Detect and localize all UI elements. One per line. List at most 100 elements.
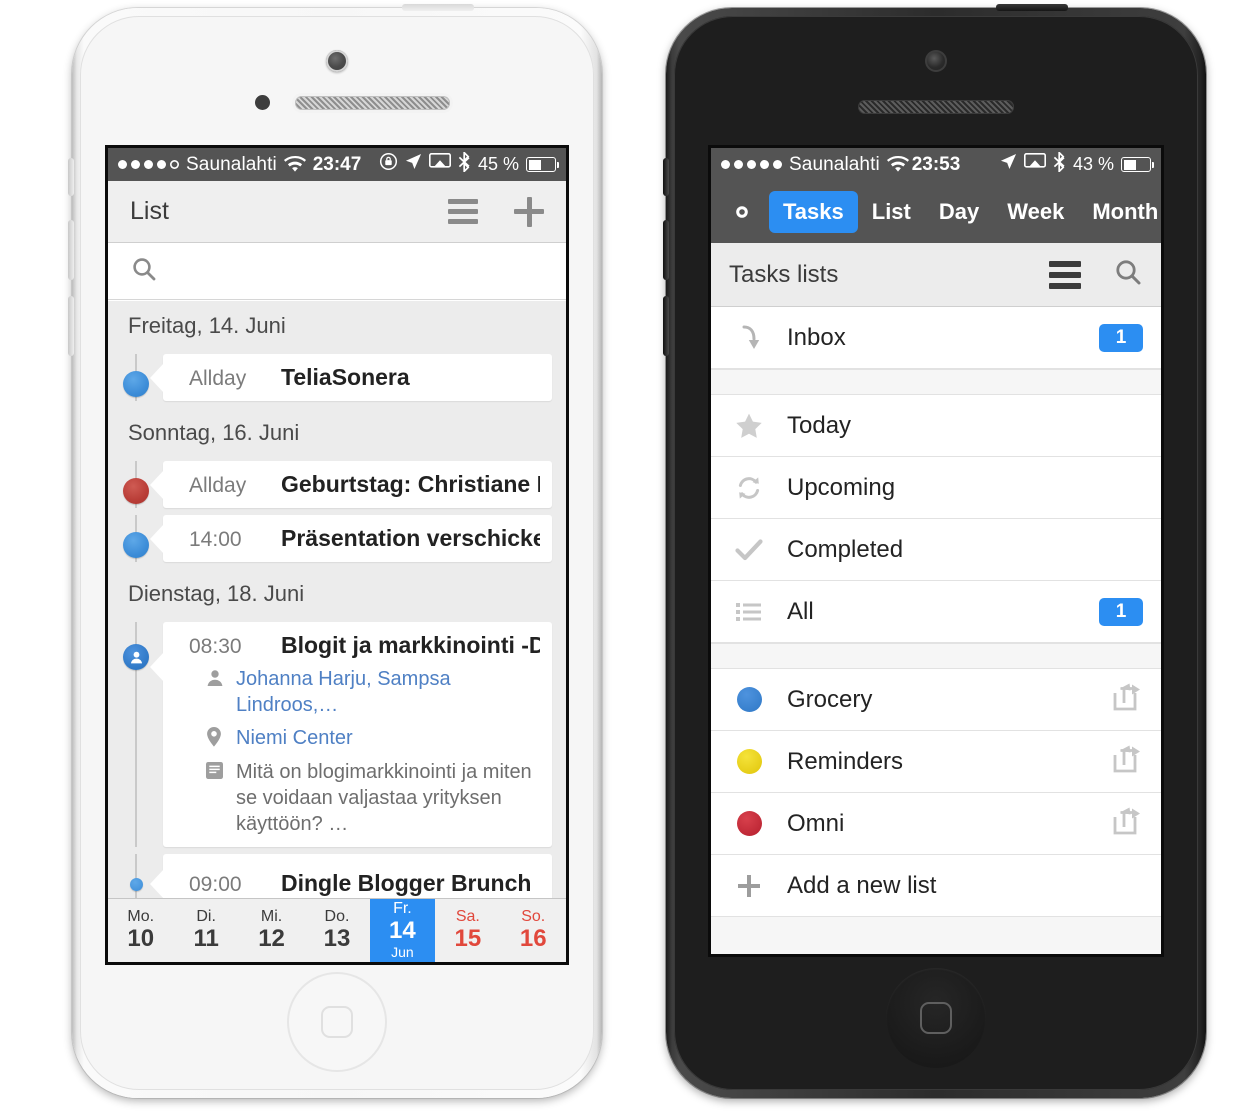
list-row-reminders[interactable]: Reminders bbox=[711, 731, 1161, 793]
agenda-day-header: Dienstag, 18. Juni bbox=[108, 569, 566, 615]
event-time: Allday bbox=[189, 474, 247, 497]
wifi-icon bbox=[886, 155, 909, 174]
list-row-upcoming[interactable]: Upcoming bbox=[711, 457, 1161, 519]
list-row-completed[interactable]: Completed bbox=[711, 519, 1161, 581]
volume-down-button[interactable] bbox=[68, 296, 74, 356]
home-button-square-icon bbox=[321, 1006, 353, 1038]
person-icon bbox=[205, 666, 225, 693]
share-icon[interactable] bbox=[1111, 744, 1143, 779]
weekday-cell-mo[interactable]: Mo. 10 bbox=[108, 899, 173, 962]
front-camera bbox=[326, 50, 348, 72]
event-color-dot bbox=[123, 532, 149, 558]
list-row-omni[interactable]: Omni bbox=[711, 793, 1161, 855]
screenshot-stage: Saunalahti 23:47 45 % List Freitag, 14. … bbox=[0, 0, 1252, 1112]
weekday-number: 14 bbox=[389, 917, 416, 945]
list-row-label: Completed bbox=[787, 535, 904, 563]
list-row-label: Omni bbox=[787, 809, 845, 837]
gear-icon[interactable] bbox=[725, 195, 759, 229]
event-time: 09:00 bbox=[189, 873, 242, 896]
left-phone-screen: Saunalahti 23:47 45 % List Freitag, 14. … bbox=[105, 145, 569, 965]
weekday-number: 13 bbox=[323, 925, 351, 953]
tab-list[interactable]: List bbox=[858, 191, 925, 233]
tab-month[interactable]: Month bbox=[1078, 191, 1161, 233]
event-color-dot bbox=[123, 478, 149, 504]
weekday-cell-di[interactable]: Di. 11 bbox=[173, 899, 238, 962]
search-icon bbox=[130, 255, 158, 288]
carrier-name: Saunalahti bbox=[186, 153, 277, 175]
home-button[interactable] bbox=[287, 972, 387, 1072]
plus-icon[interactable] bbox=[514, 196, 544, 227]
checkmark-icon bbox=[729, 535, 769, 565]
list-color-dot bbox=[729, 749, 769, 774]
search-input[interactable] bbox=[108, 243, 566, 300]
tab-day[interactable]: Day bbox=[925, 191, 993, 233]
signal-dot-2 bbox=[734, 160, 743, 169]
list-row-grocery[interactable]: Grocery bbox=[711, 669, 1161, 731]
event-card[interactable]: Allday TeliaSonera bbox=[150, 354, 552, 401]
weekday-cell-do[interactable]: Do. 13 bbox=[304, 899, 369, 962]
event-card[interactable]: 09:00 Dingle Blogger Brunch bbox=[150, 854, 552, 898]
carrier-name: Saunalahti bbox=[789, 153, 880, 175]
battery-percent: 43 % bbox=[1072, 154, 1114, 174]
location-arrow-icon bbox=[1000, 153, 1017, 176]
list-row-all[interactable]: All 1 bbox=[711, 581, 1161, 643]
tab-tasks[interactable]: Tasks bbox=[769, 191, 858, 233]
add-new-list-row[interactable]: Add a new list bbox=[711, 855, 1161, 917]
refresh-loop-icon bbox=[729, 473, 769, 503]
volume-up-button[interactable] bbox=[68, 220, 74, 280]
weekday-cell-mi[interactable]: Mi. 12 bbox=[239, 899, 304, 962]
agenda-event-row[interactable]: Allday TeliaSonera bbox=[108, 354, 566, 401]
power-button[interactable] bbox=[402, 4, 474, 11]
event-card[interactable]: 14:00 Präsentation verschicken bbox=[150, 515, 552, 562]
earpiece-speaker bbox=[858, 100, 1014, 114]
event-title: TeliaSonera bbox=[281, 364, 410, 390]
page-title: List bbox=[130, 197, 169, 225]
weekday-name: Mo. bbox=[127, 908, 155, 926]
view-tab-bar[interactable]: Tasks List Day Week Month 31 bbox=[711, 181, 1161, 243]
search-icon[interactable] bbox=[1113, 257, 1143, 292]
battery-percent: 45 % bbox=[477, 154, 519, 174]
silent-switch[interactable] bbox=[68, 158, 74, 196]
hamburger-icon[interactable] bbox=[448, 199, 478, 224]
hamburger-icon[interactable] bbox=[1049, 260, 1081, 289]
agenda-event-row[interactable]: 08:30 Blogit ja markkinointi -Dingl… Joh… bbox=[108, 622, 566, 847]
share-icon[interactable] bbox=[1111, 806, 1143, 841]
event-card[interactable]: Allday Geburtstag: Christiane Hohe… bbox=[150, 461, 552, 508]
weekday-strip[interactable]: Mo. 10 Di. 11 Mi. 12 Do. 13 Fr. 14 Jun S… bbox=[108, 898, 566, 962]
right-status-bar: Saunalahti 23:53 43 % bbox=[711, 148, 1161, 181]
home-button[interactable] bbox=[886, 968, 986, 1068]
weekday-name: Do. bbox=[324, 908, 350, 926]
list-row-label: All bbox=[787, 597, 814, 625]
list-row-inbox[interactable]: Inbox 1 bbox=[711, 307, 1161, 369]
share-icon[interactable] bbox=[1111, 682, 1143, 717]
weekday-name: Sa. bbox=[455, 908, 480, 926]
signal-dot-4 bbox=[760, 160, 769, 169]
weekday-cell-so[interactable]: So. 16 bbox=[501, 899, 566, 962]
silent-switch[interactable] bbox=[663, 158, 669, 196]
event-note: Mitä on blogimarkkinointi ja miten se vo… bbox=[236, 761, 532, 835]
event-card[interactable]: 08:30 Blogit ja markkinointi -Dingl… Joh… bbox=[150, 622, 552, 847]
tab-week[interactable]: Week bbox=[993, 191, 1078, 233]
event-attendee-icon bbox=[123, 644, 149, 670]
list-color-dot bbox=[729, 687, 769, 712]
tasks-lists-title: Tasks lists bbox=[729, 260, 839, 288]
unread-badge: 1 bbox=[1099, 323, 1143, 352]
volume-down-button[interactable] bbox=[663, 296, 669, 356]
signal-dot-4 bbox=[157, 160, 166, 169]
airplay-icon bbox=[428, 152, 451, 177]
agenda-list[interactable]: Freitag, 14. Juni Allday TeliaSonera Son… bbox=[108, 301, 566, 898]
event-note-row: Mitä on blogimarkkinointi ja miten se vo… bbox=[189, 759, 540, 837]
list-row-today[interactable]: Today bbox=[711, 395, 1161, 457]
agenda-day-header: Sonntag, 16. Juni bbox=[108, 408, 566, 454]
weekday-number: 11 bbox=[193, 925, 219, 953]
volume-up-button[interactable] bbox=[663, 220, 669, 280]
agenda-event-row[interactable]: 14:00 Präsentation verschicken bbox=[108, 515, 566, 562]
event-time: Allday bbox=[189, 367, 247, 390]
weekday-cell-sa[interactable]: Sa. 15 bbox=[435, 899, 500, 962]
location-pin-icon bbox=[205, 725, 225, 752]
power-button[interactable] bbox=[996, 4, 1068, 11]
agenda-event-row[interactable]: Allday Geburtstag: Christiane Hohe… bbox=[108, 461, 566, 508]
agenda-event-row[interactable]: 09:00 Dingle Blogger Brunch bbox=[108, 854, 566, 898]
signal-strength-dots bbox=[721, 160, 782, 169]
weekday-cell-fr-selected[interactable]: Fr. 14 Jun bbox=[369, 899, 436, 962]
